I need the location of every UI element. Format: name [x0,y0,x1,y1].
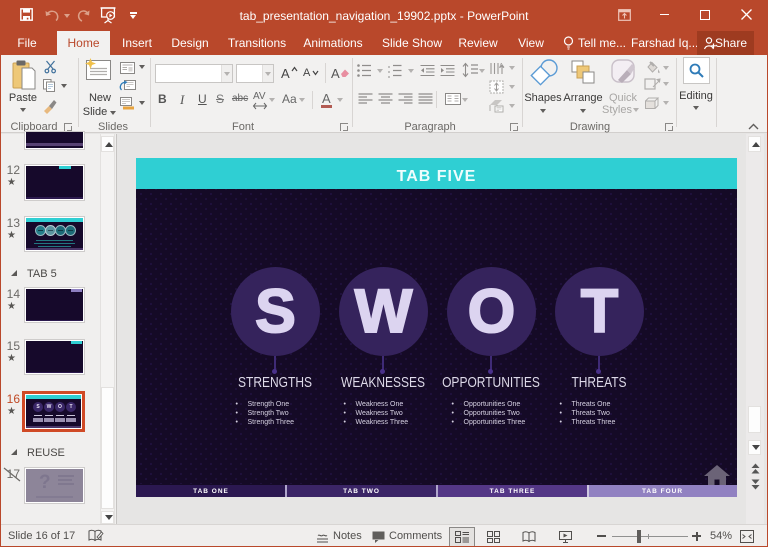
svg-text:A: A [499,63,504,70]
